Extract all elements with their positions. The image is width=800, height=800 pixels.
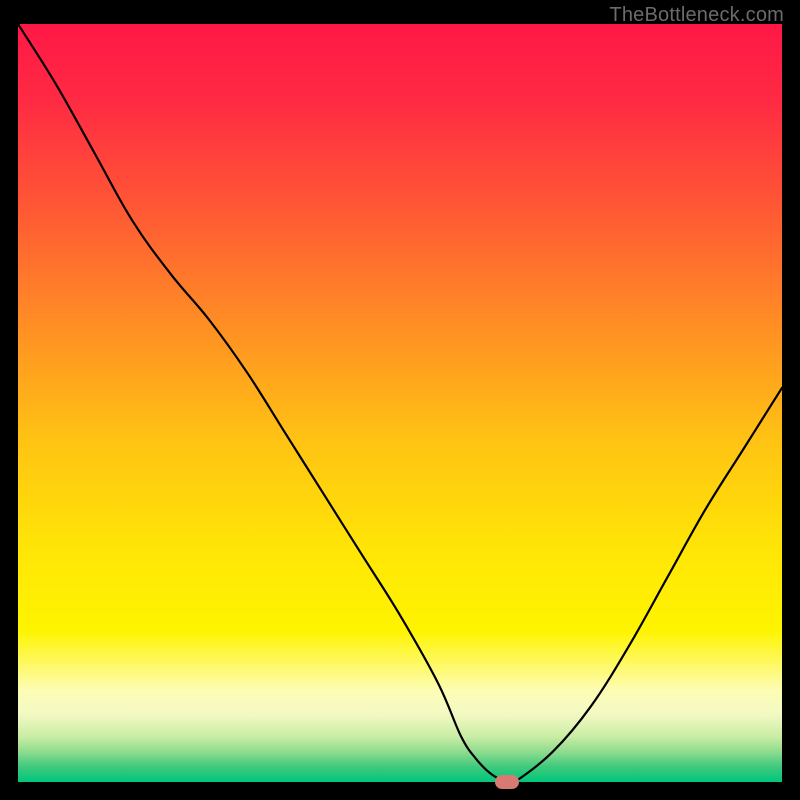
chart-container: [18, 24, 782, 782]
plot-area: [18, 24, 782, 782]
watermark-text: TheBottleneck.com: [609, 4, 784, 27]
bottleneck-curve: [18, 24, 782, 782]
optimum-marker: [495, 775, 519, 789]
